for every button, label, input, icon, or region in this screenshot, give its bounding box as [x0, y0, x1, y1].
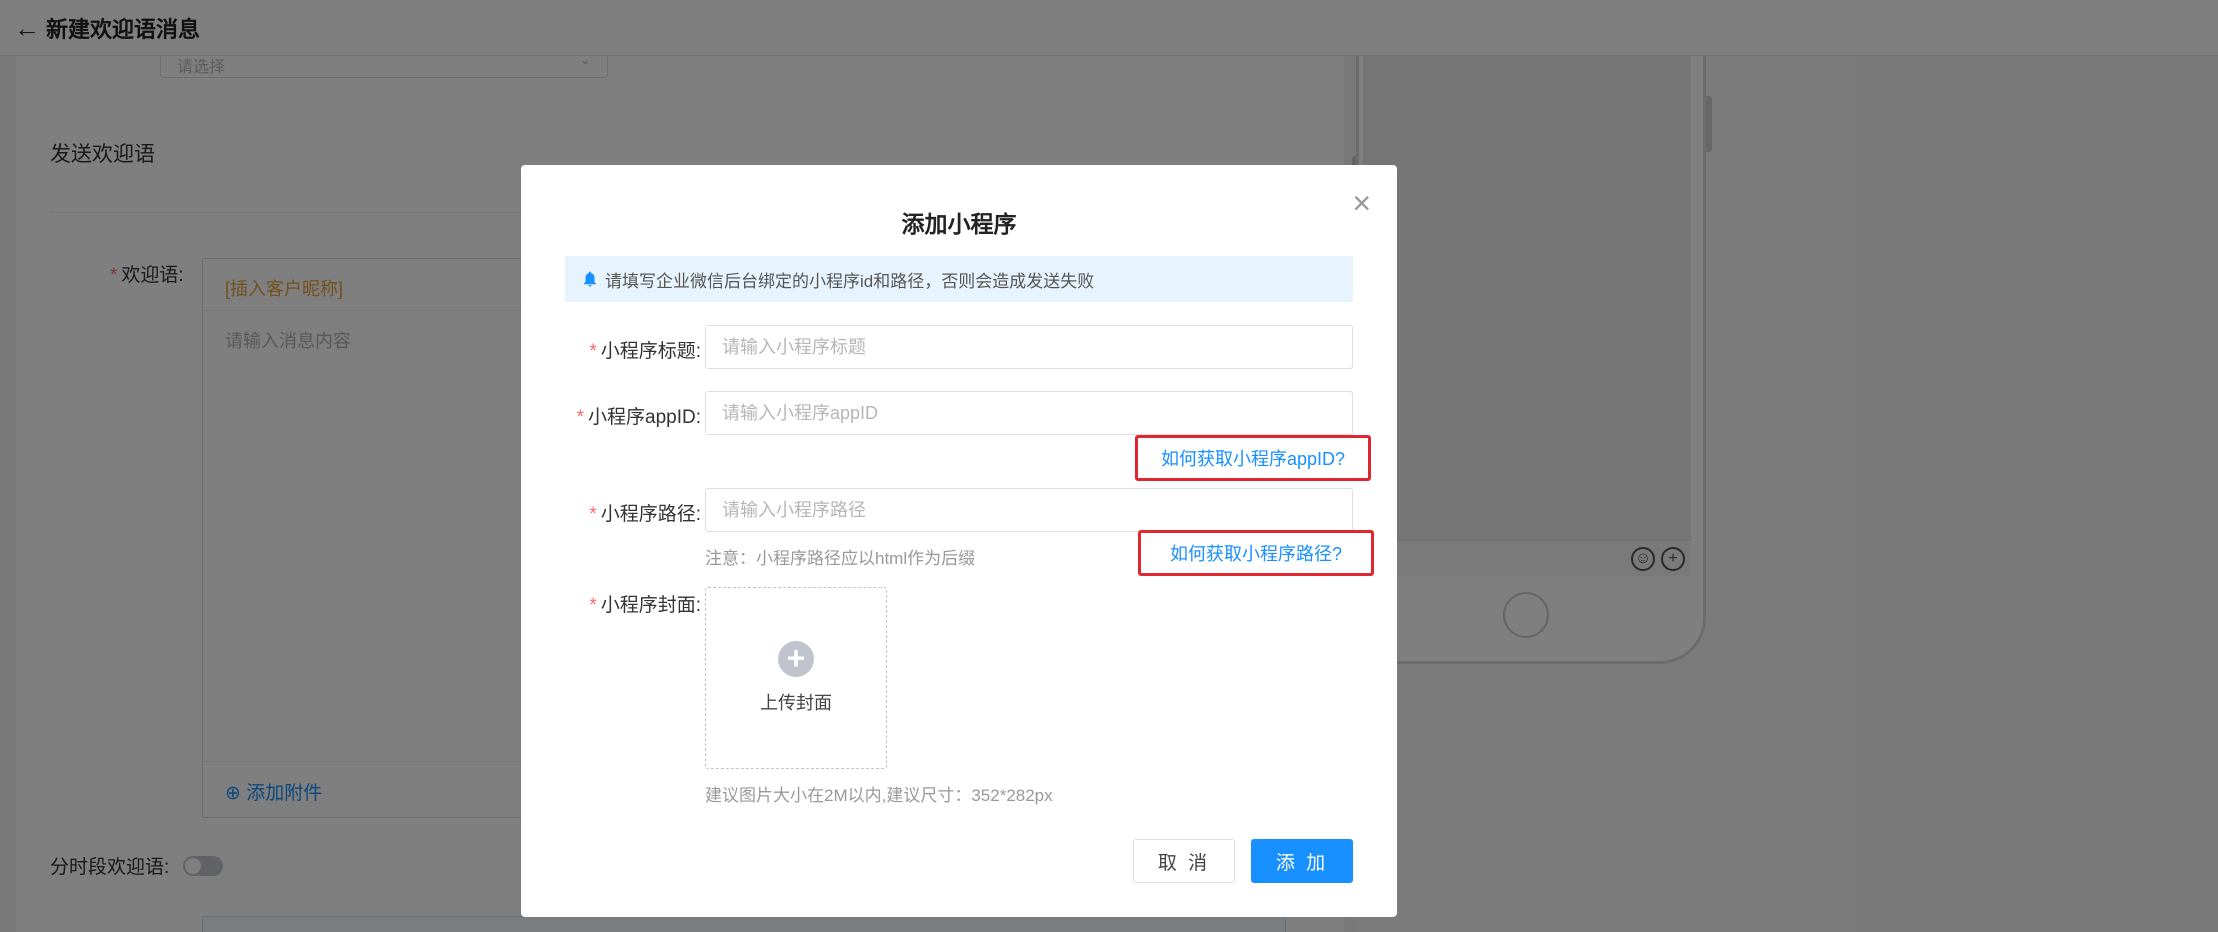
path-note: 注意：小程序路径应以html作为后缀 — [705, 549, 976, 568]
required-mark: * — [589, 341, 597, 362]
upload-cover-button[interactable]: + 上传封面 — [705, 587, 887, 769]
miniprogram-path-input[interactable] — [705, 488, 1353, 532]
miniprogram-path-label-text: 小程序路径: — [600, 504, 701, 525]
appid-help-link[interactable]: 如何获取小程序appID? — [1135, 435, 1371, 481]
miniprogram-cover-label: * 小程序封面: — [521, 590, 701, 617]
cancel-button[interactable]: 取 消 — [1133, 839, 1235, 883]
miniprogram-title-label-text: 小程序标题: — [600, 341, 701, 362]
miniprogram-title-label: * 小程序标题: — [521, 336, 701, 363]
notice-text: 请填写企业微信后台绑定的小程序id和路径，否则会造成发送失败 — [605, 271, 1095, 291]
dialog-title: 添加小程序 — [901, 211, 1017, 237]
cover-hint: 建议图片大小在2M以内,建议尺寸：352*282px — [705, 786, 1053, 805]
miniprogram-appid-label: * 小程序appID: — [521, 402, 701, 429]
add-miniprogram-dialog: 添加小程序 × 请填写企业微信后台绑定的小程序id和路径，否则会造成发送失败 *… — [521, 165, 1397, 917]
required-mark: * — [589, 504, 597, 525]
required-mark: * — [589, 595, 597, 616]
miniprogram-cover-label-text: 小程序封面: — [600, 595, 701, 616]
plus-icon: + — [778, 641, 814, 677]
upload-cover-label: 上传封面 — [760, 693, 832, 713]
required-mark: * — [576, 407, 585, 428]
notice-banner: 请填写企业微信后台绑定的小程序id和路径，否则会造成发送失败 — [565, 256, 1353, 302]
miniprogram-appid-label-text: 小程序appID: — [588, 407, 701, 428]
close-icon[interactable]: × — [1352, 187, 1371, 219]
add-button[interactable]: 添 加 — [1251, 839, 1353, 883]
miniprogram-path-label: * 小程序路径: — [521, 499, 701, 526]
path-help-link[interactable]: 如何获取小程序路径? — [1138, 530, 1374, 576]
bell-icon — [584, 271, 596, 287]
miniprogram-appid-input[interactable] — [705, 391, 1353, 435]
miniprogram-title-input[interactable] — [705, 325, 1353, 369]
